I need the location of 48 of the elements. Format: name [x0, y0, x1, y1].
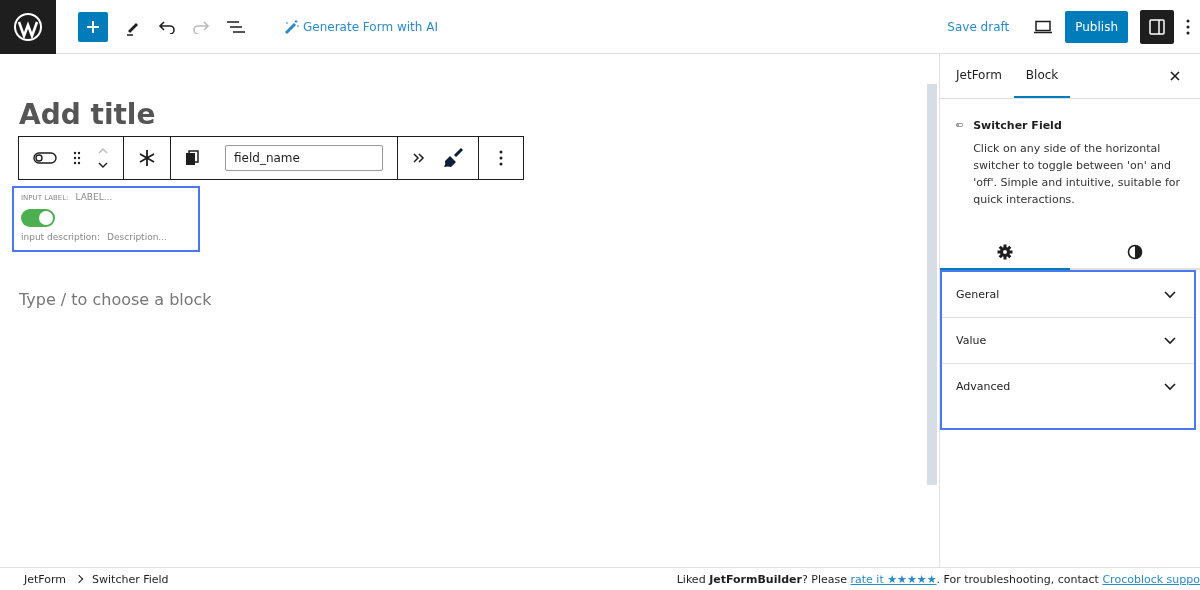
plus-icon [86, 19, 100, 34]
scrollbar[interactable] [927, 84, 937, 485]
breadcrumb-item[interactable]: JetForm [24, 572, 67, 586]
asterisk-icon[interactable] [138, 149, 156, 167]
description-input[interactable]: Description... [107, 232, 167, 242]
more-options-icon[interactable] [1186, 18, 1190, 35]
sidebar-tab[interactable]: Block [1013, 54, 1071, 98]
description-caption: input description: [21, 232, 101, 242]
laptop-icon[interactable] [1033, 19, 1054, 34]
brush-icon[interactable] [442, 147, 464, 169]
magic-wand-icon [284, 18, 300, 35]
copy-icon[interactable] [185, 150, 199, 166]
publish-button[interactable]: Publish [1065, 10, 1128, 43]
gear-icon [997, 244, 1013, 260]
toggle-icon[interactable] [33, 152, 57, 164]
toggle-switch[interactable] [21, 209, 55, 227]
wordpress-logo[interactable] [0, 0, 56, 54]
label-input[interactable]: LABEL... [75, 192, 113, 204]
generate-form-button[interactable]: Generate Form with AI [284, 18, 438, 35]
save-draft-button[interactable]: Save draft [947, 19, 1010, 34]
sidebar-tab[interactable]: JetForm [944, 54, 1014, 98]
breadcrumb-item[interactable]: Switcher Field [92, 572, 169, 586]
move-up-down-icon[interactable] [97, 147, 109, 169]
block-placeholder[interactable]: Type / to choose a block [19, 290, 927, 309]
list-view-icon[interactable] [226, 19, 246, 34]
support-link[interactable]: Crocoblock suppo [1102, 572, 1200, 586]
title-placeholder[interactable]: Add title [19, 98, 156, 132]
chevron-down-icon [1164, 382, 1176, 391]
more-options-icon[interactable] [499, 150, 503, 166]
block-title: Switcher Field [973, 119, 1063, 132]
drag-handle-icon[interactable] [73, 151, 81, 165]
add-block-button[interactable] [78, 11, 108, 42]
sidebar-icon [1148, 17, 1166, 36]
rate-link[interactable]: rate it ★★★★★ [850, 572, 937, 586]
chevron-down-icon [1164, 290, 1176, 299]
double-chevron-icon[interactable] [412, 152, 426, 164]
contrast-icon [1127, 244, 1143, 260]
block-description: Click on any side of the horizontal switcher to toggle between 'on' and 'off'. Simple and intuitive, suitable for quick interactions. [973, 141, 1182, 208]
panel-header[interactable]: Advanced [942, 363, 1194, 409]
field-name-input[interactable]: field_name [225, 145, 383, 171]
panel-header[interactable]: Value [942, 317, 1194, 363]
close-icon[interactable] [1170, 71, 1180, 81]
wordpress-icon [13, 11, 43, 42]
undo-icon[interactable] [158, 19, 176, 34]
panel-header[interactable]: General [942, 272, 1194, 317]
footer-note: Liked JetFormBuilder? Please rate it ★★★★★. For troubleshooting, contact Crocoblock suppo [676, 572, 1200, 586]
chevron-down-icon [1164, 336, 1176, 345]
sidebar-toggle-button[interactable] [1140, 9, 1174, 44]
